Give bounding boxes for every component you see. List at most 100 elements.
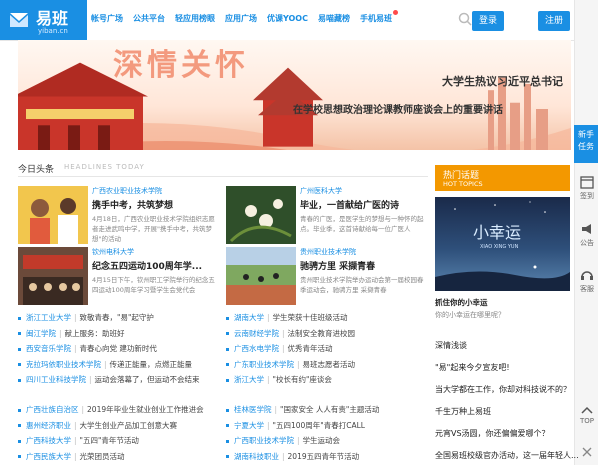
list-item[interactable]: 浙江工业大学|致敬青春，"易"起守护 xyxy=(18,312,218,328)
headline-card[interactable]: 广州医科大学 毕业，一首献给广医的诗 青春的广医，是医学生的梦想与一种怀的起点。… xyxy=(226,186,426,244)
card-title[interactable]: 携手中考，共筑梦想 xyxy=(92,198,173,211)
list-item[interactable]: 浙江大学|"校长有约"座谈会 xyxy=(226,374,426,390)
hot-topic-caption[interactable]: 抓住你的小幸运 xyxy=(435,297,488,308)
list-text[interactable]: 学生荣获十佳班级活动 xyxy=(273,313,348,322)
nav-app-square[interactable]: 应用广场 xyxy=(225,13,257,24)
list-text[interactable]: 献上服务：助班好 xyxy=(65,329,125,338)
hot-topic-subcaption[interactable]: 你的小幸运在哪里呢？ xyxy=(435,310,505,320)
list-item[interactable]: 四川工业科技学院|运动会落幕了，但运动不会结束 xyxy=(18,374,218,390)
hero-banner[interactable]: 深情关怀 大学生热议习近平总书记 在学校思想政治理论课教师座谈会上的重要讲话 xyxy=(18,40,571,150)
nav-yooc[interactable]: 优课YOOC xyxy=(267,13,308,24)
list-text[interactable]: "国家安全 人人有责"主题活动 xyxy=(280,405,379,414)
list-item[interactable]: 宁夏大学|"五四100周年"青春打CALL xyxy=(226,420,426,436)
list-school[interactable]: 广西壮族自治区 xyxy=(26,405,79,414)
list-text[interactable]: 大学生创业产品加工创意大赛 xyxy=(80,421,178,430)
topic-item[interactable]: 当大学都在工作，你却对科技说不的？ xyxy=(435,384,571,395)
list-school[interactable]: 桂林医学院 xyxy=(234,405,272,414)
calendar-icon xyxy=(580,175,594,189)
headline-card[interactable]: 钦州电科大学 纪念五四运动100周年学... 4月15日下午，钦州职工学院举行的… xyxy=(18,247,218,305)
card-title[interactable]: 驰骋方里 采撷青春 xyxy=(300,259,375,272)
list-separator: | xyxy=(74,344,77,353)
list-text[interactable]: 2019五四青年节活动 xyxy=(288,452,360,461)
list-item[interactable]: 广西民族大学|光荣团员活动 xyxy=(18,451,218,466)
list-school[interactable]: 四川工业科技学院 xyxy=(26,375,86,384)
close-icon[interactable] xyxy=(581,446,593,458)
topic-item[interactable]: "易"起来今夕宣友吧! xyxy=(435,362,510,373)
topic-item[interactable]: 千生万种上易班 xyxy=(435,406,491,417)
list-school[interactable]: 广西民族大学 xyxy=(26,452,71,461)
card-desc: 青春的广医，是医学生的梦想与一种怀的起点。毕业季，这首诗献给每一位广医人 xyxy=(300,214,426,244)
banner-line-1: 大学生热议习近平总书记 xyxy=(273,73,563,89)
back-to-top[interactable]: TOP xyxy=(575,405,598,425)
topic-item[interactable]: 元宵VS汤圆，你还偏偏爱哪个？ xyxy=(435,428,550,439)
headline-card[interactable]: 贵州职业技术学院 驰骋方里 采撷青春 贵州职业技术学院举办运动会第一届校园春季运… xyxy=(226,247,426,305)
list-school[interactable]: 浙江工业大学 xyxy=(26,313,71,322)
list-item[interactable]: 广西壮族自治区|2019年毕业生就业创业工作推进会 xyxy=(18,404,218,420)
card-school[interactable]: 广州医科大学 xyxy=(300,186,342,196)
yiban-logo[interactable]: 易班 yiban.cn xyxy=(0,0,87,40)
list-item[interactable]: 惠州经济职业|大学生创业产品加工创意大赛 xyxy=(18,420,218,436)
list-text[interactable]: 学生运动会 xyxy=(303,436,341,445)
list-text[interactable]: 传递正能量，点燃正能量 xyxy=(110,360,193,369)
list-text[interactable]: 运动会落幕了，但运动不会结束 xyxy=(95,375,200,384)
list-text[interactable]: 光荣团员活动 xyxy=(80,452,125,461)
card-school[interactable]: 广西农业职业技术学院 xyxy=(92,186,162,196)
card-school[interactable]: 钦州电科大学 xyxy=(92,247,134,257)
nav-light-app-rank[interactable]: 轻应用榜眼 xyxy=(175,13,215,24)
rail-service[interactable]: 客服 xyxy=(575,268,598,294)
list-school[interactable]: 广西职业技术学院 xyxy=(234,436,294,445)
list-item[interactable]: 广西水电学院|优秀青年活动 xyxy=(226,343,426,359)
list-school[interactable]: 湖南科技职业 xyxy=(234,452,279,461)
list-school[interactable]: 云南财经学院 xyxy=(234,329,279,338)
list-school[interactable]: 广东职业技术学院 xyxy=(234,360,294,369)
nav-mobile-yiban[interactable]: 手机易班 xyxy=(360,13,392,24)
login-button[interactable]: 登录 xyxy=(472,11,504,31)
list-school[interactable]: 浙江大学 xyxy=(234,375,264,384)
new-user-task-label: 新手任务 xyxy=(578,129,594,153)
search-icon[interactable] xyxy=(458,12,472,26)
list-text[interactable]: 优秀青年活动 xyxy=(288,344,333,353)
register-button[interactable]: 注册 xyxy=(538,11,570,31)
list-school[interactable]: 西安音乐学院 xyxy=(26,344,71,353)
banner-headline-art: 深情关怀 xyxy=(113,40,249,84)
card-school[interactable]: 贵州职业技术学院 xyxy=(300,247,356,257)
new-user-task-button[interactable]: 新手任务 xyxy=(574,125,598,163)
card-title[interactable]: 毕业，一首献给广医的诗 xyxy=(300,198,399,211)
list-school[interactable]: 闽江学院 xyxy=(26,329,56,338)
list-school[interactable]: 广西水电学院 xyxy=(234,344,279,353)
list-item[interactable]: 广东职业技术学院|易班志愿者活动 xyxy=(226,359,426,375)
list-item[interactable]: 西安音乐学院|青春心向党 建功新时代 xyxy=(18,343,218,359)
list-text[interactable]: 2019年毕业生就业创业工作推进会 xyxy=(87,405,204,414)
list-item[interactable]: 湖南大学|学生荣获十佳班级活动 xyxy=(226,312,426,328)
hot-topic-image[interactable]: 小幸运 XIAO XING YUN xyxy=(435,197,570,291)
list-text[interactable]: "五四100周年"青春打CALL xyxy=(273,421,365,430)
rail-notice[interactable]: 公告 xyxy=(575,222,598,248)
topic-item[interactable]: 深情浅谈 xyxy=(435,340,467,351)
list-item[interactable]: 闽江学院|献上服务：助班好 xyxy=(18,328,218,344)
list-school[interactable]: 惠州经济职业 xyxy=(26,421,71,430)
list-text[interactable]: 致敬青春，"易"起守护 xyxy=(80,313,154,322)
list-school[interactable]: 湖南大学 xyxy=(234,313,264,322)
list-text[interactable]: 易班志愿者活动 xyxy=(303,360,356,369)
list-item[interactable]: 广西科技大学|"五四"青年节活动 xyxy=(18,435,218,451)
nav-account-square[interactable]: 帐号广场 xyxy=(91,13,123,24)
list-text[interactable]: 青春心向党 建功新时代 xyxy=(80,344,157,353)
topic-item[interactable]: 全国易班校级官办活动，这一届年轻人... xyxy=(435,450,579,461)
list-item[interactable]: 广西职业技术学院|学生运动会 xyxy=(226,435,426,451)
nav-ranking[interactable]: 易喵藏榜 xyxy=(318,13,350,24)
headline-card[interactable]: 广西农业职业技术学院 携手中考，共筑梦想 4月18日，广西农业职业技术学院组织志… xyxy=(18,186,218,244)
list-text[interactable]: "五四"青年节活动 xyxy=(80,436,139,445)
list-text[interactable]: 法制安全教育进校园 xyxy=(288,329,356,338)
nav-public-platform[interactable]: 公共平台 xyxy=(133,13,165,24)
bullet xyxy=(18,317,21,320)
rail-sign[interactable]: 签到 xyxy=(575,175,598,201)
list-text[interactable]: "校长有约"座谈会 xyxy=(273,375,332,384)
list-item[interactable]: 云南财经学院|法制安全教育进校园 xyxy=(226,328,426,344)
list-item[interactable]: 桂林医学院|"国家安全 人人有责"主题活动 xyxy=(226,404,426,420)
list-school[interactable]: 克拉玛依职业技术学院 xyxy=(26,360,101,369)
list-item[interactable]: 克拉玛依职业技术学院|传递正能量，点燃正能量 xyxy=(18,359,218,375)
list-school[interactable]: 广西科技大学 xyxy=(26,436,71,445)
list-item[interactable]: 湖南科技职业|2019五四青年节活动 xyxy=(226,451,426,466)
list-school[interactable]: 宁夏大学 xyxy=(234,421,264,430)
card-title[interactable]: 纪念五四运动100周年学... xyxy=(92,259,202,272)
